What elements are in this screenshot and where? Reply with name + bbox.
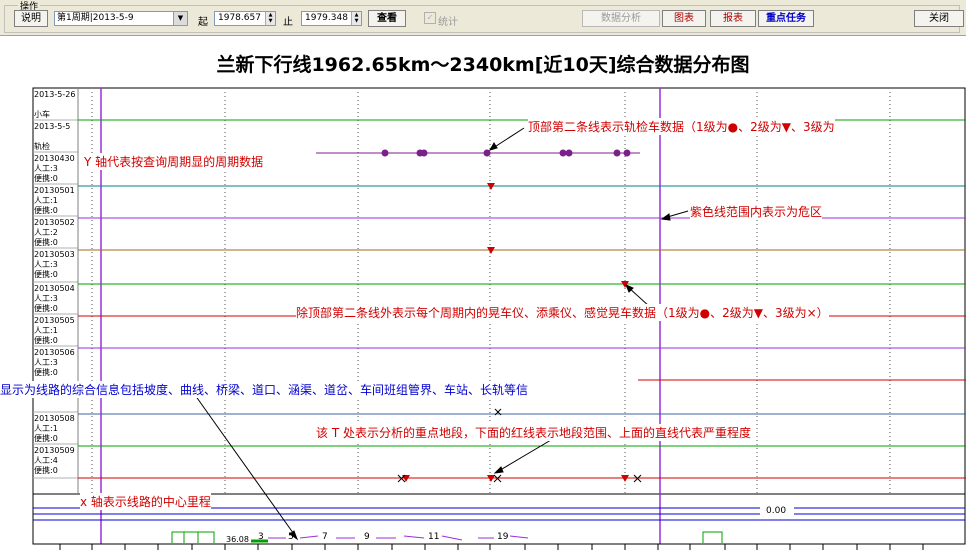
row-portable: 便携:0 — [34, 174, 58, 183]
row-label-track: 2013-5-5 轨检 — [34, 122, 76, 152]
annotation-y-axis: Y 轴代表按查询周期显的周期数据 — [84, 153, 264, 170]
row-manual: 人工:3 — [34, 164, 58, 173]
row-label-period: 20130430 人工:3 便携:0 — [34, 154, 76, 184]
row-manual: 人工:2 — [34, 228, 58, 237]
km-tick-label: 11 — [428, 532, 440, 542]
row-manual: 人工:4 — [34, 456, 58, 465]
row-date: 20130504 — [34, 284, 75, 293]
km-tick-label: 7 — [322, 532, 328, 542]
row-label-period: 20130508 人工:1 便携:0 — [34, 414, 76, 444]
row-label-period: 20130506 人工:3 便携:0 — [34, 348, 76, 378]
annotation-top-line: 顶部第二条线表示轨检车数据（1级为●、2级为▼、3级为 — [528, 118, 835, 135]
row-manual: 人工:3 — [34, 260, 58, 269]
row-date: 20130502 — [34, 218, 75, 227]
km-start-label: 36.08 — [226, 535, 249, 544]
km-tick-label: 9 — [364, 532, 370, 542]
annotation-other-lines: 除顶部第二条线外表示每个周期内的晃车仪、添乘仪、感觉晃车数据（1级为●、2级为▼… — [296, 304, 829, 321]
annotation-key-section: 该 T 处表示分析的重点地段，下面的红线表示地段范围、上面的直线代表严重程度 — [316, 424, 751, 441]
row-portable: 便携:0 — [34, 206, 58, 215]
row-label-period: 20130505 人工:1 便携:0 — [34, 316, 76, 346]
annotation-bottom-info: 显示为线路的综合信息包括坡度、曲线、桥梁、道口、涵渠、道岔、车间班组管界、车站、… — [0, 381, 529, 398]
row-date: 20130509 — [34, 446, 75, 455]
row-label-period: 20130503 人工:3 便携:0 — [34, 250, 76, 280]
km-tick-label: 19 — [497, 532, 509, 542]
annotation-purple-zone: 紫色线范围内表示为危区 — [690, 203, 823, 220]
row-manual: 人工:1 — [34, 326, 58, 335]
row-label-period: 20130509 人工:4 便携:0 — [34, 446, 76, 476]
chart-canvas — [32, 87, 966, 550]
row-manual: 人工:3 — [34, 358, 58, 367]
row-date: 20130506 — [34, 348, 75, 357]
row-date: 20130503 — [34, 250, 75, 259]
row-label-period: 20130504 人工:3 便携:0 — [34, 284, 76, 314]
annotation-arrows — [194, 127, 689, 541]
km-tick-label: 5 — [288, 532, 294, 542]
row-label-period: 20130501 人工:1 便携:0 — [34, 186, 76, 216]
row-date: 20130501 — [34, 186, 75, 195]
x-axis-ticks — [33, 543, 965, 550]
row-date: 20130430 — [34, 154, 75, 163]
value-tag: 0.00 — [766, 506, 787, 516]
row-portable: 便携:0 — [34, 368, 58, 377]
row-type: 轨检 — [34, 142, 50, 151]
row-date: 20130505 — [34, 316, 75, 325]
km-tick-label: 3 — [258, 532, 264, 542]
row-portable: 便携:0 — [34, 466, 58, 475]
row-manual: 人工:1 — [34, 424, 58, 433]
row-manual: 人工:3 — [34, 294, 58, 303]
row-portable: 便携:0 — [34, 270, 58, 279]
row-date: 2013-5-26 — [34, 90, 76, 99]
annotation-x-axis: x 轴表示线路的中心里程 — [80, 493, 211, 510]
row-portable: 便携:0 — [34, 304, 58, 313]
row-portable: 便携:0 — [34, 336, 58, 345]
row-date: 2013-5-5 — [34, 122, 71, 131]
row-type: 小车 — [34, 110, 50, 119]
row-label-period: 20130502 人工:2 便携:0 — [34, 218, 76, 248]
row-date: 20130508 — [34, 414, 75, 423]
row-label-cart: 2013-5-26 小车 — [34, 90, 76, 120]
row-manual: 人工:1 — [34, 196, 58, 205]
km-arrow-marks — [268, 535, 529, 541]
row-portable: 便携:0 — [34, 434, 58, 443]
row-portable: 便携:0 — [34, 238, 58, 247]
